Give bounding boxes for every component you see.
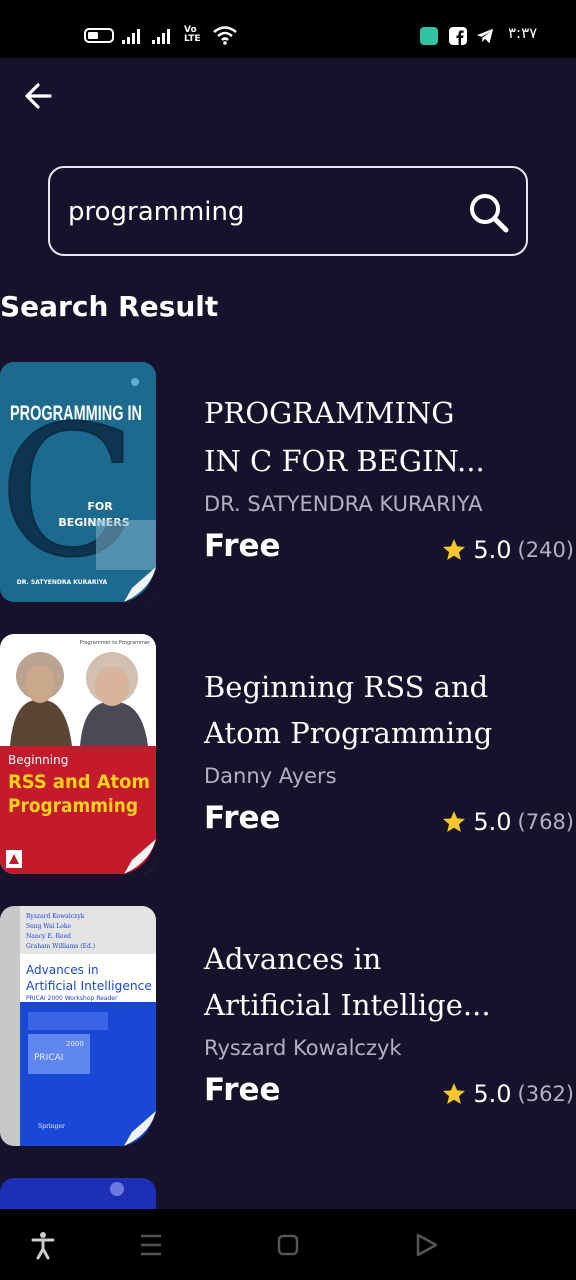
svg-text:Beginning: Beginning bbox=[8, 753, 68, 767]
home-icon[interactable] bbox=[272, 1229, 304, 1261]
signal-icon bbox=[152, 28, 174, 44]
star-icon bbox=[443, 810, 466, 832]
back-button[interactable] bbox=[20, 78, 60, 114]
rating-value: 5.0 bbox=[473, 808, 512, 836]
chat-app-icon bbox=[420, 27, 438, 45]
svg-text:PRICAI: PRICAI bbox=[34, 1053, 63, 1063]
status-bar: Vo LTE ٣:٣٧ bbox=[0, 0, 576, 58]
search-button[interactable] bbox=[466, 190, 512, 236]
book-title-line-1: PROGRAMMING bbox=[204, 396, 455, 430]
svg-text:2000: 2000 bbox=[66, 1040, 84, 1048]
svg-text:Artificial Intelligence: Artificial Intelligence bbox=[26, 979, 152, 993]
svg-text:Ryszard Kowalczyk: Ryszard Kowalczyk bbox=[26, 913, 85, 920]
search-icon bbox=[470, 194, 509, 233]
svg-text:FOR: FOR bbox=[87, 500, 113, 513]
search-result-item[interactable]: Ryszard Kowalczyk Seng Wai Loke Nancy E.… bbox=[0, 906, 576, 1146]
book-title-line-2: IN C FOR BEGIN... bbox=[204, 444, 485, 478]
facebook-icon bbox=[449, 27, 467, 45]
svg-text:RSS and Atom: RSS and Atom bbox=[8, 771, 150, 793]
book-price: Free bbox=[204, 1072, 281, 1108]
book-price: Free bbox=[204, 528, 281, 564]
rating: 5.0 (768) bbox=[441, 808, 574, 836]
back-triangle-icon[interactable] bbox=[410, 1229, 442, 1261]
star-icon bbox=[443, 1082, 466, 1104]
rating-count: (362) bbox=[517, 1082, 574, 1106]
rating: 5.0 (362) bbox=[441, 1080, 574, 1108]
book-title-line-1: Beginning RSS and bbox=[204, 670, 489, 704]
volte-icon: Vo LTE bbox=[184, 25, 201, 44]
svg-text:Seng Wai Loke: Seng Wai Loke bbox=[26, 923, 72, 930]
svg-text:DR. SATYENDRA KURARIYA: DR. SATYENDRA KURARIYA bbox=[17, 579, 108, 586]
book-title-line-2: Artificial Intellige... bbox=[204, 988, 491, 1022]
book-author: Ryszard Kowalczyk bbox=[204, 1036, 402, 1060]
search-result-item[interactable]: Programmer to Programmer Beginning RSS a… bbox=[0, 634, 576, 874]
arrow-left-icon bbox=[25, 83, 52, 109]
svg-text:Graham Williams (Ed.): Graham Williams (Ed.) bbox=[26, 943, 95, 950]
svg-text:Advances in: Advances in bbox=[26, 963, 99, 977]
rating-count: (240) bbox=[517, 538, 574, 562]
book-cover: PROGRAMMING IN C FOR BEGINNERS DR. SATYE… bbox=[0, 362, 156, 602]
telegram-icon bbox=[476, 28, 494, 44]
rating-value: 5.0 bbox=[473, 1080, 512, 1108]
book-author: DR. SATYENDRA KURARIYA bbox=[204, 492, 483, 516]
svg-text:Springer: Springer bbox=[38, 1123, 65, 1130]
book-author: Danny Ayers bbox=[204, 764, 337, 788]
svg-text:PRICAI 2000 Workshop Reader: PRICAI 2000 Workshop Reader bbox=[26, 995, 118, 1002]
book-cover-partial[interactable] bbox=[0, 1178, 156, 1209]
svg-text:Programmer to Programmer: Programmer to Programmer bbox=[80, 640, 151, 646]
rating: 5.0 (240) bbox=[441, 536, 574, 564]
recents-icon[interactable] bbox=[135, 1229, 167, 1261]
book-cover: Ryszard Kowalczyk Seng Wai Loke Nancy E.… bbox=[0, 906, 156, 1146]
signal-icon bbox=[122, 28, 144, 44]
rating-value: 5.0 bbox=[473, 536, 512, 564]
book-title-line-1: Advances in bbox=[204, 942, 382, 976]
search-box bbox=[48, 166, 528, 256]
section-title: Search Result bbox=[0, 290, 219, 323]
search-input[interactable] bbox=[68, 192, 448, 232]
battery-icon bbox=[84, 28, 114, 43]
book-cover: Programmer to Programmer Beginning RSS a… bbox=[0, 634, 156, 874]
book-title-line-2: Atom Programming bbox=[204, 716, 493, 750]
svg-text:Nancy E. Reed: Nancy E. Reed bbox=[26, 933, 71, 940]
rating-count: (768) bbox=[517, 810, 574, 834]
wifi-icon bbox=[213, 26, 237, 45]
system-navigation-bar bbox=[0, 1209, 576, 1280]
search-result-item[interactable]: PROGRAMMING IN C FOR BEGINNERS DR. SATYE… bbox=[0, 362, 576, 602]
book-price: Free bbox=[204, 800, 281, 836]
star-icon bbox=[443, 538, 466, 560]
svg-text:Programming: Programming bbox=[8, 795, 138, 817]
accessibility-icon[interactable] bbox=[27, 1229, 59, 1261]
clock: ٣:٣٧ bbox=[508, 24, 538, 42]
